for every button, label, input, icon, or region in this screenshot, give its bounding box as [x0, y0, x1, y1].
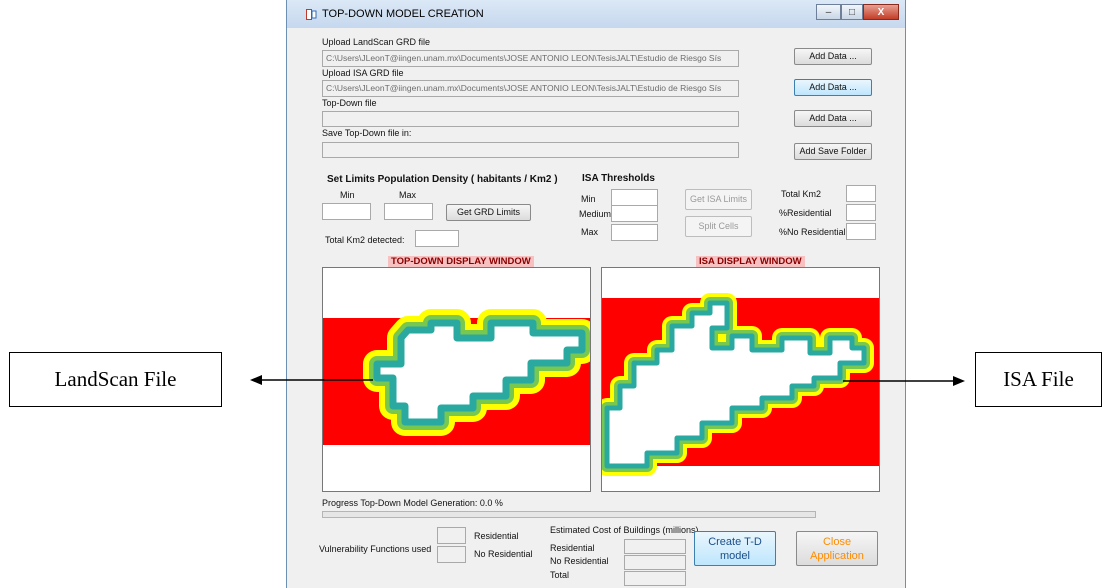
isa-min-input[interactable] — [611, 189, 658, 206]
isa-display-title: ISA DISPLAY WINDOW — [696, 256, 805, 267]
landscan-label: Upload LandScan GRD file — [322, 37, 431, 47]
population-limits-title: Set Limits Population Density ( habitant… — [327, 174, 558, 185]
landscan-file-annotation: LandScan File — [9, 352, 222, 407]
isa-path-field[interactable]: C:\Users\JLeonT@iingen.unam.mx\Documents… — [322, 80, 739, 97]
create-td-model-button[interactable]: Create T-D model — [694, 531, 776, 566]
minimize-button[interactable]: – — [816, 4, 841, 20]
cost-no-residential-label: No Residential — [550, 556, 609, 566]
landscan-path-field[interactable]: C:\Users\JLeonT@iingen.unam.mx\Documents… — [322, 50, 739, 67]
vuln-residential-field[interactable] — [437, 527, 466, 544]
pop-min-input[interactable] — [322, 203, 371, 220]
isa-min-label: Min — [581, 194, 596, 204]
vulnerability-label: Vulnerability Functions used — [319, 544, 432, 554]
cost-residential-field[interactable] — [624, 539, 686, 554]
get-grd-limits-button[interactable]: Get GRD Limits — [446, 204, 531, 221]
close-window-button[interactable]: X — [863, 4, 899, 20]
total-km2-label: Total Km2 — [781, 189, 822, 199]
pop-max-input[interactable] — [384, 203, 433, 220]
isa-max-label: Max — [581, 227, 599, 237]
total-km2-detected-label: Total Km2 detected: — [325, 235, 405, 245]
isa-raster — [602, 268, 879, 491]
pop-max-label: Max — [399, 190, 417, 200]
maximize-button[interactable]: □ — [841, 4, 863, 20]
cost-total-field[interactable] — [624, 571, 686, 586]
topdown-display-title: TOP-DOWN DISPLAY WINDOW — [388, 256, 534, 267]
add-save-folder-button[interactable]: Add Save Folder — [794, 143, 872, 160]
total-km2-detected-field[interactable] — [415, 230, 459, 247]
get-isa-limits-button[interactable]: Get ISA Limits — [685, 189, 752, 210]
close-application-button[interactable]: Close Application — [796, 531, 878, 566]
topdown-file-field[interactable] — [322, 111, 739, 127]
window-title: TOP-DOWN MODEL CREATION — [322, 8, 484, 20]
isa-medium-input[interactable] — [611, 205, 658, 222]
no-residential-percent-label: %No Residential — [779, 227, 846, 237]
save-folder-field[interactable] — [322, 142, 739, 158]
pop-min-label: Min — [340, 190, 355, 200]
save-folder-label: Save Top-Down file in: — [322, 128, 412, 138]
right-arrow-icon — [843, 376, 965, 386]
vuln-no-residential-field[interactable] — [437, 546, 466, 563]
isa-max-input[interactable] — [611, 224, 658, 241]
isa-label: Upload ISA GRD file — [322, 68, 404, 78]
progress-bar — [322, 511, 816, 518]
residential-percent-field[interactable] — [846, 204, 876, 221]
topdown-file-label: Top-Down file — [322, 98, 377, 108]
isa-medium-label: Medium — [579, 209, 612, 219]
topdown-add-data-button[interactable]: Add Data ... — [794, 110, 872, 127]
cost-residential-label: Residential — [550, 543, 595, 553]
app-icon — [306, 9, 317, 20]
progress-label: Progress Top-Down Model Generation: 0.0 … — [322, 498, 503, 508]
cost-total-label: Total — [550, 570, 570, 580]
cost-no-residential-field[interactable] — [624, 555, 686, 570]
split-cells-button[interactable]: Split Cells — [685, 216, 752, 237]
left-arrow-icon — [250, 375, 373, 385]
vuln-no-residential-label: No Residential — [474, 549, 533, 559]
isa-display-window — [601, 267, 880, 492]
total-km2-field[interactable] — [846, 185, 876, 202]
isa-add-data-button[interactable]: Add Data ... — [794, 79, 872, 96]
residential-percent-label: %Residential — [779, 208, 832, 218]
cost-title: Estimated Cost of Buildings (millions) — [550, 525, 699, 535]
vuln-residential-label: Residential — [474, 531, 519, 541]
landscan-add-data-button[interactable]: Add Data ... — [794, 48, 872, 65]
no-residential-percent-field[interactable] — [846, 223, 876, 240]
isa-thresholds-title: ISA Thresholds — [582, 173, 655, 184]
isa-file-annotation: ISA File — [975, 352, 1102, 407]
